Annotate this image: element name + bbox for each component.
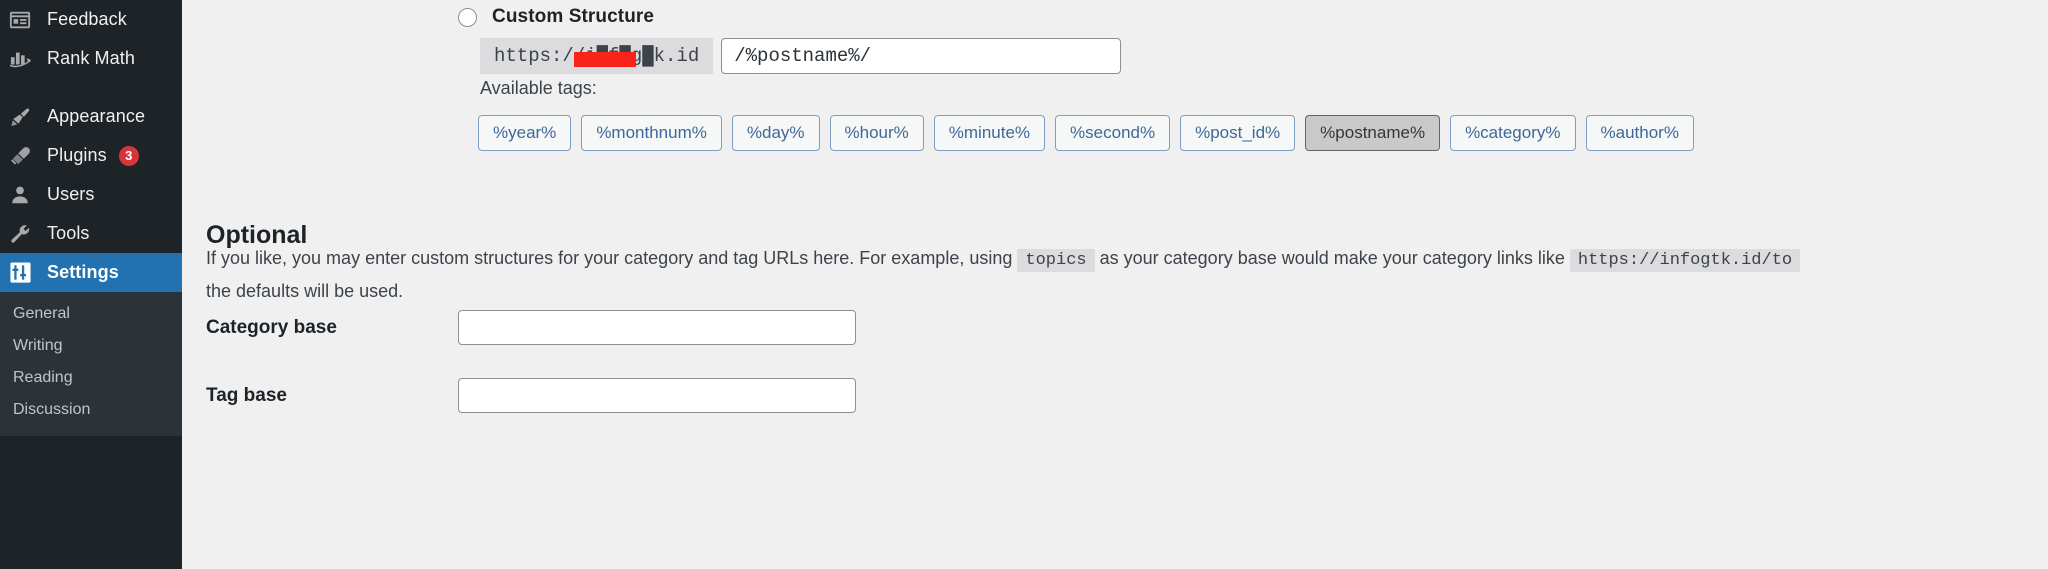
sidebar-item-appearance[interactable]: Appearance (0, 97, 182, 136)
tag-button-day[interactable]: %day% (732, 115, 820, 151)
custom-structure-input-row: https://i█f█g█k.id (480, 38, 1121, 74)
submenu-item-general[interactable]: General (0, 298, 182, 330)
tag-button-hour[interactable]: %hour% (830, 115, 924, 151)
optional-text-line2: the defaults will be used. (206, 276, 2048, 306)
permalink-settings-content: Custom Structure https://i█f█g█k.id Avai… (182, 0, 2048, 569)
tag-base-input[interactable] (458, 378, 856, 413)
submenu-item-reading[interactable]: Reading (0, 362, 182, 394)
rank-math-icon (9, 47, 39, 71)
custom-structure-input[interactable] (721, 38, 1121, 74)
settings-submenu: General Writing Reading Discussion (0, 292, 182, 436)
wrench-icon (9, 222, 39, 246)
tag-base-row: Tag base (206, 378, 856, 413)
tag-button-minute[interactable]: %minute% (934, 115, 1045, 151)
optional-description: If you like, you may enter custom struct… (206, 243, 2048, 306)
sidebar-item-label: Feedback (47, 9, 127, 30)
user-icon (9, 183, 39, 207)
tag-base-label: Tag base (206, 385, 458, 407)
tag-button-second[interactable]: %second% (1055, 115, 1170, 151)
custom-structure-row: Custom Structure (458, 6, 654, 28)
category-base-input[interactable] (458, 310, 856, 345)
available-tags-row: %year% %monthnum% %day% %hour% %minute% … (478, 115, 1694, 151)
sidebar-item-label: Appearance (47, 106, 145, 127)
sidebar-item-label: Users (47, 184, 95, 205)
tag-button-post-id[interactable]: %post_id% (1180, 115, 1295, 151)
site-url-prefix-text: https://i█f█g█k.id (494, 45, 699, 67)
sidebar-item-label: Plugins (47, 145, 107, 166)
optional-text-part1: If you like, you may enter custom struct… (206, 248, 1012, 268)
category-base-label: Category base (206, 317, 458, 339)
tag-button-monthnum[interactable]: %monthnum% (581, 115, 722, 151)
site-url-prefix: https://i█f█g█k.id (480, 38, 713, 74)
sidebar-item-label: Settings (47, 262, 119, 283)
sidebar-item-feedback[interactable]: Feedback (0, 0, 182, 39)
wordpress-admin-screen: Feedback Rank Math (0, 0, 2048, 569)
plugins-update-badge: 3 (119, 146, 139, 166)
sidebar-separator (0, 78, 182, 97)
tag-button-author[interactable]: %author% (1586, 115, 1694, 151)
tag-button-postname[interactable]: %postname% (1305, 115, 1440, 151)
code-example-url: https://infogtk.id/to (1570, 249, 1800, 272)
sidebar-item-tools[interactable]: Tools (0, 214, 182, 253)
custom-structure-radio[interactable] (458, 8, 477, 27)
code-topics: topics (1017, 249, 1094, 272)
sidebar-item-settings[interactable]: Settings (0, 253, 182, 292)
submenu-item-discussion[interactable]: Discussion (0, 394, 182, 426)
feedback-icon (9, 8, 39, 32)
sidebar-item-plugins[interactable]: Plugins 3 (0, 136, 182, 175)
sidebar-item-rank-math[interactable]: Rank Math (0, 39, 182, 78)
paintbrush-icon (9, 105, 39, 129)
tag-button-category[interactable]: %category% (1450, 115, 1575, 151)
optional-text-part2: as your category base would make your ca… (1100, 248, 1565, 268)
custom-structure-label: Custom Structure (492, 6, 654, 28)
sidebar-item-users[interactable]: Users (0, 175, 182, 214)
tag-button-year[interactable]: %year% (478, 115, 571, 151)
sidebar-item-label: Rank Math (47, 48, 135, 69)
sidebar-item-label: Tools (47, 223, 90, 244)
admin-sidebar: Feedback Rank Math (0, 0, 182, 569)
plug-icon (9, 144, 39, 168)
submenu-item-writing[interactable]: Writing (0, 330, 182, 362)
available-tags-label: Available tags: (480, 78, 597, 99)
category-base-row: Category base (206, 310, 856, 345)
sliders-icon (9, 261, 39, 285)
